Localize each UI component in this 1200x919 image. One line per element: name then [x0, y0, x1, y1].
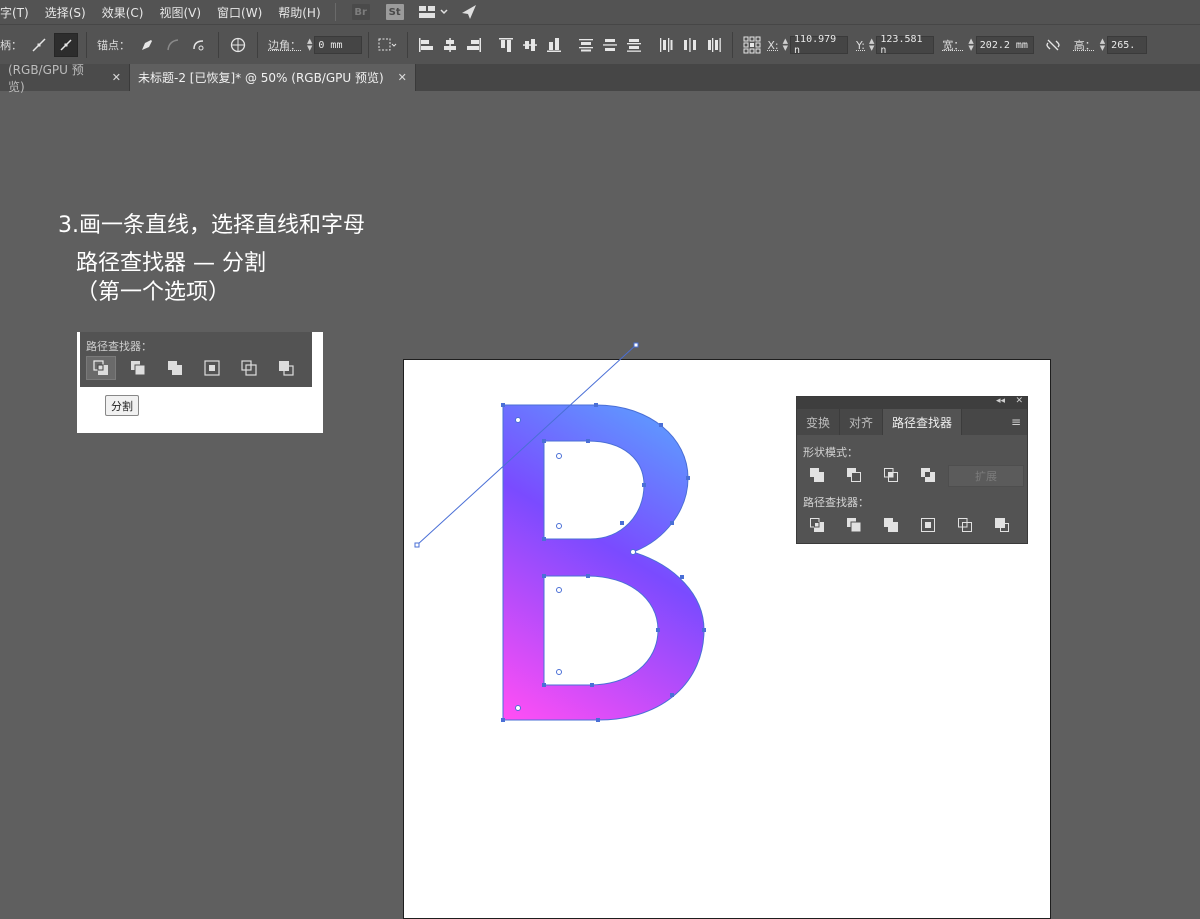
intersect-icon[interactable]: [879, 464, 903, 486]
pathfinders-label: 路径查找器：: [803, 496, 869, 509]
panel-title-strip: ◂◂ ✕: [797, 396, 1027, 409]
tab-pathfinder[interactable]: 路径查找器: [883, 409, 963, 435]
divide-icon[interactable]: [805, 514, 829, 536]
pathfinders-row: [805, 514, 1027, 536]
panel-menu-icon[interactable]: ≡: [1011, 415, 1021, 429]
merge-icon[interactable]: [879, 514, 903, 536]
expand-button[interactable]: 扩展: [948, 465, 1024, 487]
shape-modes-row: [805, 464, 953, 486]
minus-front-icon[interactable]: [842, 464, 866, 486]
minus-back-icon[interactable]: [990, 514, 1014, 536]
shape-modes-label: 形状模式：: [803, 446, 858, 459]
crop-icon[interactable]: [916, 514, 940, 536]
trim-icon[interactable]: [842, 514, 866, 536]
tab-align[interactable]: 对齐: [840, 409, 884, 435]
exclude-icon[interactable]: [916, 464, 940, 486]
pathfinder-panel: ◂◂ ✕ 变换 对齐 路径查找器 ≡ 形状模式： 扩展 路径查找器：: [796, 396, 1028, 544]
panel-tabs: 变换 对齐 路径查找器 ≡: [797, 409, 1027, 435]
unite-icon[interactable]: [805, 464, 829, 486]
tab-transform[interactable]: 变换: [797, 409, 841, 435]
collapse-icon[interactable]: ◂◂: [996, 396, 1005, 406]
close-icon[interactable]: ✕: [1015, 396, 1023, 406]
outline-icon[interactable]: [953, 514, 977, 536]
letter-b-shape[interactable]: [502, 404, 705, 721]
